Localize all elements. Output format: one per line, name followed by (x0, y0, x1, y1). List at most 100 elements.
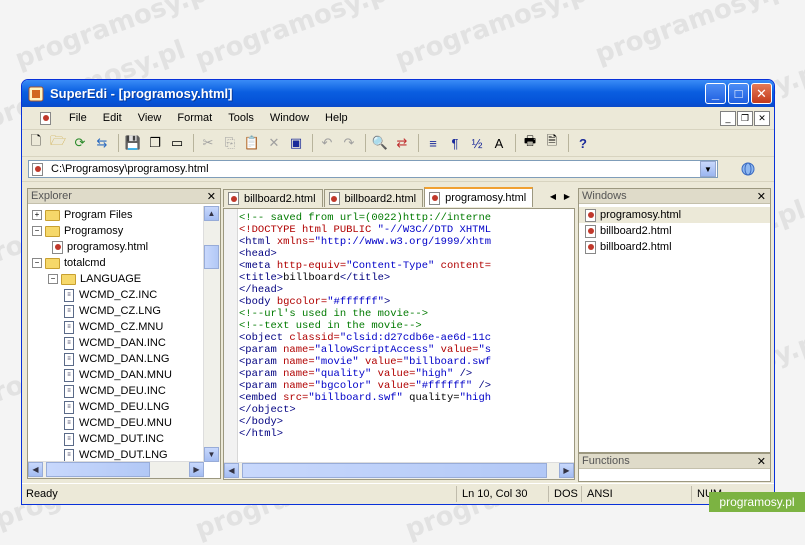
minimize-button[interactable]: _ (705, 83, 726, 104)
collapse-icon[interactable]: − (32, 258, 42, 268)
scroll-thumb[interactable] (242, 463, 547, 478)
expand-icon[interactable]: + (32, 210, 42, 220)
cut-icon[interactable]: ✂ (198, 133, 218, 153)
collapse-icon[interactable]: − (48, 274, 58, 284)
menu-window[interactable]: Window (262, 112, 317, 124)
tree-folder[interactable]: − Programosy (32, 223, 123, 239)
mdi-restore-icon[interactable]: ❐ (737, 110, 753, 126)
menu-format[interactable]: Format (169, 112, 220, 124)
document-icon (40, 111, 51, 125)
sync-icon[interactable]: ⇆ (92, 133, 112, 153)
replace-icon[interactable]: ⇄ (392, 133, 412, 153)
tree-file[interactable]: ≡ WCMD_CZ.LNG (64, 303, 161, 319)
code-token: "movie" (314, 356, 366, 368)
code-editor[interactable]: <!-- saved from url=(0022)http://interne… (223, 208, 575, 480)
window-list-item[interactable]: billboard2.html (579, 223, 770, 239)
window-list-item[interactable]: billboard2.html (579, 239, 770, 255)
path-combobox[interactable]: C:\Programosy\programosy.html ▼ (28, 160, 718, 178)
tree-folder[interactable]: − totalcmd (32, 255, 106, 271)
font-icon[interactable]: A (489, 133, 509, 153)
scroll-left-icon[interactable]: ◀ (28, 462, 43, 477)
tree-file[interactable]: ≡ WCMD_DUT.LNG (64, 447, 168, 462)
print-preview-icon[interactable]: 🗎 (542, 133, 562, 153)
chevron-down-icon[interactable]: ▼ (700, 161, 716, 177)
scroll-thumb[interactable] (46, 462, 150, 477)
code-token: "high (459, 392, 492, 404)
delete-icon[interactable]: ✕ (264, 133, 284, 153)
scroll-down-icon[interactable]: ▼ (204, 447, 219, 462)
code-token: <param (239, 344, 284, 356)
window-list-item[interactable]: programosy.html (579, 207, 770, 223)
tree-folder[interactable]: − LANGUAGE (48, 271, 141, 287)
tab-billboard2-a[interactable]: billboard2.html (223, 189, 323, 207)
mdi-close-icon[interactable]: ✕ (754, 110, 770, 126)
code-token: value= (365, 356, 403, 368)
close-button[interactable]: ✕ (751, 83, 772, 104)
tree-file[interactable]: programosy.html (52, 239, 148, 255)
tree-file[interactable]: ≡ WCMD_DAN.INC (64, 335, 166, 351)
redo-icon[interactable]: ↷ (339, 133, 359, 153)
title-bar[interactable]: SuperEdi - [programosy.html] _ □ ✕ (22, 80, 774, 107)
code-line: </body> (239, 416, 574, 428)
explorer-close-icon[interactable]: ✕ (207, 190, 216, 203)
tree-file[interactable]: ≡ WCMD_DAN.MNU (64, 367, 172, 383)
tree-file[interactable]: ≡ WCMD_DEU.LNG (64, 399, 169, 415)
print-setup-icon[interactable]: ▭ (167, 133, 187, 153)
text-file-icon: ≡ (64, 288, 74, 302)
code-token: "billboard.swf" (308, 392, 410, 404)
tree-file[interactable]: ≡ WCMD_DAN.LNG (64, 351, 169, 367)
tree-file[interactable]: ≡ WCMD_DUT.INC (64, 431, 164, 447)
scroll-thumb[interactable] (204, 245, 219, 269)
tree-file[interactable]: ≡ WCMD_DEU.MNU (64, 415, 172, 431)
menu-view[interactable]: View (130, 112, 170, 124)
open-folder-icon[interactable]: 🗁 (48, 133, 68, 153)
word-wrap-icon[interactable]: ≡ (423, 133, 443, 153)
mdi-minimize-icon[interactable]: _ (720, 110, 736, 126)
html-file-icon (585, 224, 596, 238)
menu-file[interactable]: File (61, 112, 95, 124)
select-all-icon[interactable]: ▣ (286, 133, 306, 153)
copy-icon[interactable]: ⎘ (220, 133, 240, 153)
tree-folder[interactable]: + Program Files (32, 207, 132, 223)
scroll-right-icon[interactable]: ▶ (559, 463, 574, 478)
tree-file[interactable]: ≡ WCMD_CZ.INC (64, 287, 157, 303)
code-line: <head> (239, 248, 574, 260)
fraction-icon[interactable]: ½ (467, 133, 487, 153)
windows-close-icon[interactable]: ✕ (757, 190, 766, 203)
pilcrow-icon[interactable]: ¶ (445, 133, 465, 153)
maximize-button[interactable]: □ (728, 83, 749, 104)
code-token: name= (283, 368, 315, 380)
functions-close-icon[interactable]: ✕ (757, 455, 766, 468)
new-file-icon[interactable]: 🗋 (26, 133, 46, 153)
code-token: "high" (415, 368, 460, 380)
tree-label: totalcmd (64, 257, 106, 269)
save-all-icon[interactable]: ❐ (145, 133, 165, 153)
menu-help[interactable]: Help (317, 112, 356, 124)
tree-file[interactable]: ≡ WCMD_CZ.MNU (64, 319, 163, 335)
code-token: </html> (239, 428, 284, 440)
print-icon[interactable]: 🖶 (520, 133, 540, 153)
collapse-icon[interactable]: − (32, 226, 42, 236)
help-icon[interactable]: ? (573, 133, 593, 153)
undo-icon[interactable]: ↶ (317, 133, 337, 153)
reload-icon[interactable]: ⟳ (70, 133, 90, 153)
globe-icon[interactable] (740, 161, 756, 177)
paste-icon[interactable]: 📋 (242, 133, 262, 153)
text-file-icon: ≡ (64, 304, 74, 318)
tab-prev-icon[interactable]: ◀ (547, 189, 559, 203)
tab-billboard2-b[interactable]: billboard2.html (323, 189, 424, 207)
code-token: <meta (239, 260, 277, 272)
find-icon[interactable]: 🔍 (370, 133, 390, 153)
tab-next-icon[interactable]: ▶ (561, 189, 573, 203)
scroll-right-icon[interactable]: ▶ (189, 462, 204, 477)
menu-edit[interactable]: Edit (95, 112, 130, 124)
tab-programosy[interactable]: programosy.html (424, 187, 534, 207)
menu-tools[interactable]: Tools (220, 112, 262, 124)
explorer-horizontal-scrollbar[interactable]: ◀ ▶ (28, 461, 204, 478)
scroll-left-icon[interactable]: ◀ (224, 463, 239, 478)
editor-horizontal-scrollbar[interactable]: ◀ ▶ (224, 462, 574, 479)
save-icon[interactable]: 💾 (123, 133, 143, 153)
tree-file[interactable]: ≡ WCMD_DEU.INC (64, 383, 166, 399)
scroll-up-icon[interactable]: ▲ (204, 206, 219, 221)
explorer-vertical-scrollbar[interactable]: ▲ ▼ (203, 206, 220, 462)
